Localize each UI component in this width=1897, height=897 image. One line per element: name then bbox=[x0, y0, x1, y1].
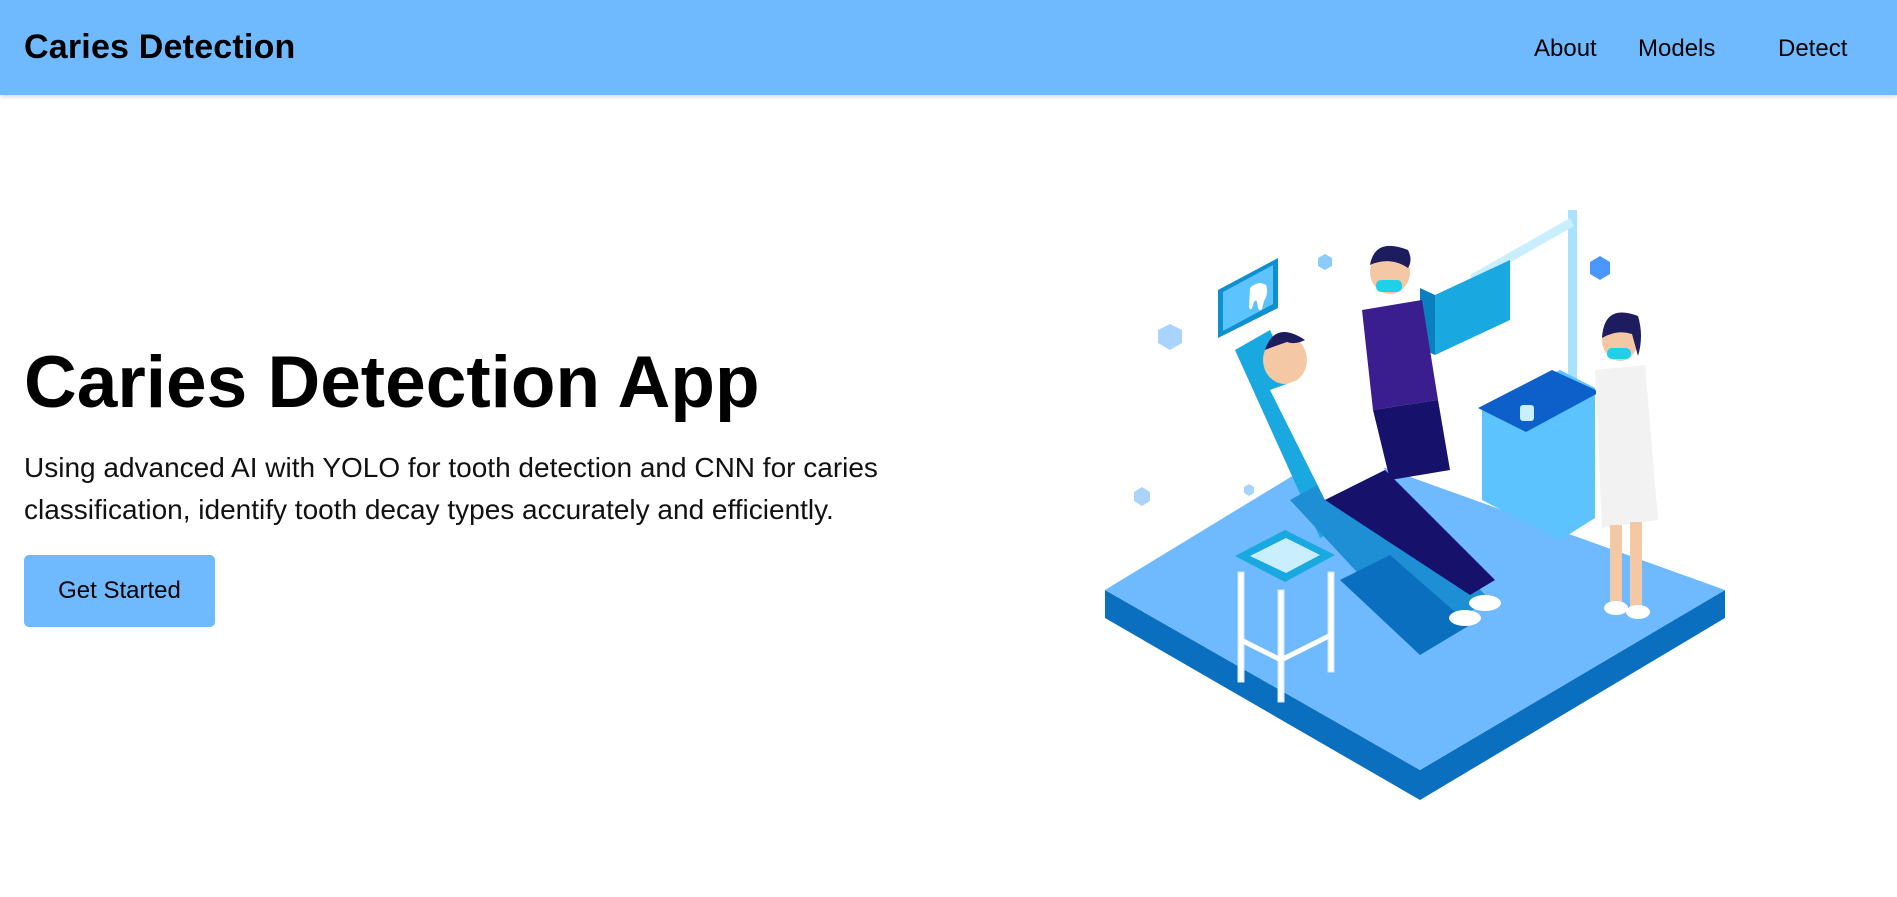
hex-decoration bbox=[1134, 487, 1150, 506]
stool-leg bbox=[1277, 589, 1285, 703]
stool-leg bbox=[1237, 571, 1245, 683]
assistant-shoe bbox=[1604, 601, 1628, 615]
assistant-leg bbox=[1610, 525, 1622, 605]
patient-shoe bbox=[1469, 595, 1501, 611]
dentist-clinic-illustration bbox=[1105, 210, 1725, 800]
hex-decoration bbox=[1590, 256, 1610, 280]
brand-title[interactable]: Caries Detection bbox=[24, 28, 296, 67]
hex-decoration bbox=[1318, 254, 1332, 270]
assistant-uniform bbox=[1595, 365, 1658, 528]
lamp-pole bbox=[1568, 210, 1577, 395]
hex-decoration bbox=[1158, 324, 1182, 350]
dentist-mask bbox=[1376, 280, 1402, 292]
patient-shoe bbox=[1449, 610, 1481, 626]
top-navbar: Caries Detection About Models Detect bbox=[0, 0, 1897, 95]
nav-link-detect[interactable]: Detect bbox=[1778, 35, 1847, 63]
hero-title: Caries Detection App bbox=[24, 342, 760, 423]
hero-description: Using advanced AI with YOLO for tooth de… bbox=[24, 452, 878, 525]
assistant-shoe bbox=[1626, 605, 1650, 619]
get-started-button[interactable]: Get Started bbox=[24, 555, 215, 627]
stool-leg bbox=[1327, 571, 1335, 673]
nav-link-about[interactable]: About bbox=[1534, 35, 1597, 63]
hex-decoration bbox=[1244, 484, 1254, 496]
cup bbox=[1520, 405, 1534, 421]
assistant-leg bbox=[1630, 522, 1642, 607]
assistant-mask bbox=[1607, 348, 1631, 359]
nav-link-models[interactable]: Models bbox=[1638, 35, 1715, 63]
